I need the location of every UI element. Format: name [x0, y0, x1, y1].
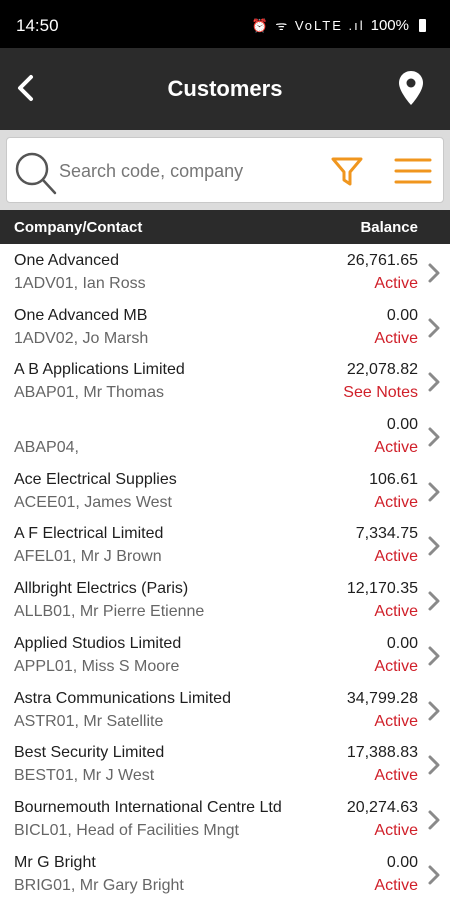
chevron-right-icon: [428, 536, 440, 556]
status-text: Active: [374, 767, 418, 785]
list-item[interactable]: Best Security Limited BEST01, Mr J West 17…: [0, 736, 450, 791]
balance-value: 0.00: [386, 634, 418, 652]
contact-info: APPL01, Miss S Moore: [14, 657, 180, 675]
company-name: Allbright Electrics (Paris): [14, 580, 189, 598]
contact-info: BEST01, Mr J West: [14, 767, 155, 785]
chevron-right-icon: [428, 865, 440, 885]
column-header-balance: Balance: [360, 219, 418, 236]
chevron-right-icon: [428, 372, 440, 392]
contact-info: ACEE01, James West: [14, 493, 172, 511]
search-bar-container: [0, 130, 450, 210]
company-name: Best Security Limited: [14, 744, 165, 762]
status-time: 14:50: [16, 16, 59, 35]
balance-value: 26,761.65: [346, 252, 418, 269]
list-item[interactable]: Bournemouth International Centre Ltd BICL…: [0, 791, 450, 846]
balance-value: 12,170.35: [346, 580, 418, 598]
list-item[interactable]: Astra Communications Limited ASTR01, Mr S…: [0, 682, 450, 737]
company-name: Bournemouth International Centre Ltd: [14, 798, 282, 816]
signal-icons: ⏰ ᯤ VoLTE .ıl: [251, 18, 365, 33]
chevron-right-icon: [428, 591, 440, 611]
customer-list: One Advanced 1ADV01, Ian Ross 26,761.65 Act…: [0, 244, 450, 900]
status-text: Active: [374, 493, 418, 511]
balance-value: 0.00: [386, 306, 418, 324]
list-item[interactable]: Allbright Electrics (Paris) ALLB01, Mr Pi…: [0, 572, 450, 627]
balance-value: 20,274.63: [346, 798, 418, 816]
status-indicators: ⏰ ᯤ VoLTE .ıl 100%: [252, 16, 426, 34]
status-text: Active: [374, 821, 418, 839]
column-header-company: Company/Contact: [14, 219, 143, 236]
battery-level: 100%: [370, 16, 409, 34]
list-item[interactable]: Ace Electrical Supplies ACEE01, James Wes…: [0, 463, 450, 518]
status-bar: 14:50 ⏰ ᯤ VoLTE .ıl 100%: [0, 0, 450, 48]
contact-info: ABAP04,: [14, 439, 79, 457]
chevron-right-icon: [428, 482, 440, 502]
contact-info: AFEL01, Mr J Brown: [14, 548, 162, 566]
chevron-right-icon: [428, 701, 440, 720]
contact-info: 1ADV01, Ian Ross: [14, 275, 146, 292]
battery-icon: [419, 18, 426, 32]
status-text: Active: [374, 439, 418, 457]
chevron-right-icon: [428, 263, 440, 283]
search-box: [6, 137, 444, 203]
contact-info: BRIG01, Mr Gary Bright: [14, 876, 184, 894]
list-item[interactable]: One Advanced MB 1ADV02, Jo Marsh 0.00 Activ…: [0, 299, 450, 354]
filter-icon: [331, 157, 363, 186]
company-name: Ace Electrical Supplies: [14, 470, 177, 488]
status-text: Active: [374, 657, 418, 675]
search-icon: [15, 152, 57, 195]
filter-button[interactable]: [327, 151, 367, 191]
status-text: Active: [374, 603, 418, 621]
menu-button[interactable]: [393, 156, 433, 186]
list-item[interactable]: A F Electrical Limited AFEL01, Mr J Brown…: [0, 517, 450, 572]
page-title: Customers: [167, 76, 283, 101]
status-text: Active: [374, 275, 418, 292]
chevron-right-icon: [428, 427, 440, 447]
company-name: A F Electrical Limited: [14, 525, 164, 543]
balance-value: 7,334.75: [355, 525, 418, 543]
status-text: Active: [374, 548, 418, 566]
balance-value: 0.00: [386, 853, 418, 871]
contact-info: ASTR01, Mr Satellite: [14, 712, 164, 730]
list-item[interactable]: One Advanced 1ADV01, Ian Ross 26,761.65 Act…: [0, 244, 450, 299]
chevron-right-icon: [428, 810, 440, 830]
search-input[interactable]: [59, 156, 314, 186]
list-header: Company/Contact Balance: [0, 210, 450, 244]
balance-value: 17,388.83: [346, 744, 418, 762]
balance-value: 22,078.82: [346, 361, 418, 379]
status-text: See Notes: [343, 384, 418, 402]
contact-info: BICL01, Head of Facilities Mngt: [14, 821, 239, 839]
list-item[interactable]: Mr G Bright BRIG01, Mr Gary Bright 0.00 Act…: [0, 846, 450, 900]
contact-info: ALLB01, Mr Pierre Etienne: [14, 603, 205, 621]
list-item[interactable]: A B Applications Limited ABAP01, Mr Thoma…: [0, 353, 450, 408]
chevron-right-icon: [428, 646, 440, 666]
company-name: A B Applications Limited: [14, 361, 185, 379]
contact-info: ABAP01, Mr Thomas: [14, 384, 164, 402]
balance-value: 34,799.28: [346, 689, 418, 707]
location-button[interactable]: [398, 70, 424, 106]
list-item[interactable]: Applied Studios Limited APPL01, Miss S Mo…: [0, 627, 450, 682]
balance-value: 106.61: [369, 470, 418, 488]
balance-value: 0.00: [386, 416, 418, 434]
status-text: Active: [374, 876, 418, 894]
company-name: One Advanced MB: [14, 306, 148, 324]
chevron-right-icon: [428, 318, 440, 338]
status-text: Active: [374, 712, 418, 730]
company-name: Astra Communications Limited: [14, 689, 231, 707]
company-name: One Advanced: [14, 252, 119, 269]
company-name: Mr G Bright: [14, 853, 96, 871]
status-text: Active: [374, 329, 418, 347]
app-bar: Customers: [0, 48, 450, 130]
hamburger-menu-icon: [394, 158, 432, 184]
chevron-right-icon: [428, 755, 440, 775]
location-pin-icon: [399, 71, 423, 105]
contact-info: 1ADV02, Jo Marsh: [14, 329, 149, 347]
list-item[interactable]: ABAP04, 0.00 Active: [0, 408, 450, 463]
company-name: Applied Studios Limited: [14, 634, 182, 652]
